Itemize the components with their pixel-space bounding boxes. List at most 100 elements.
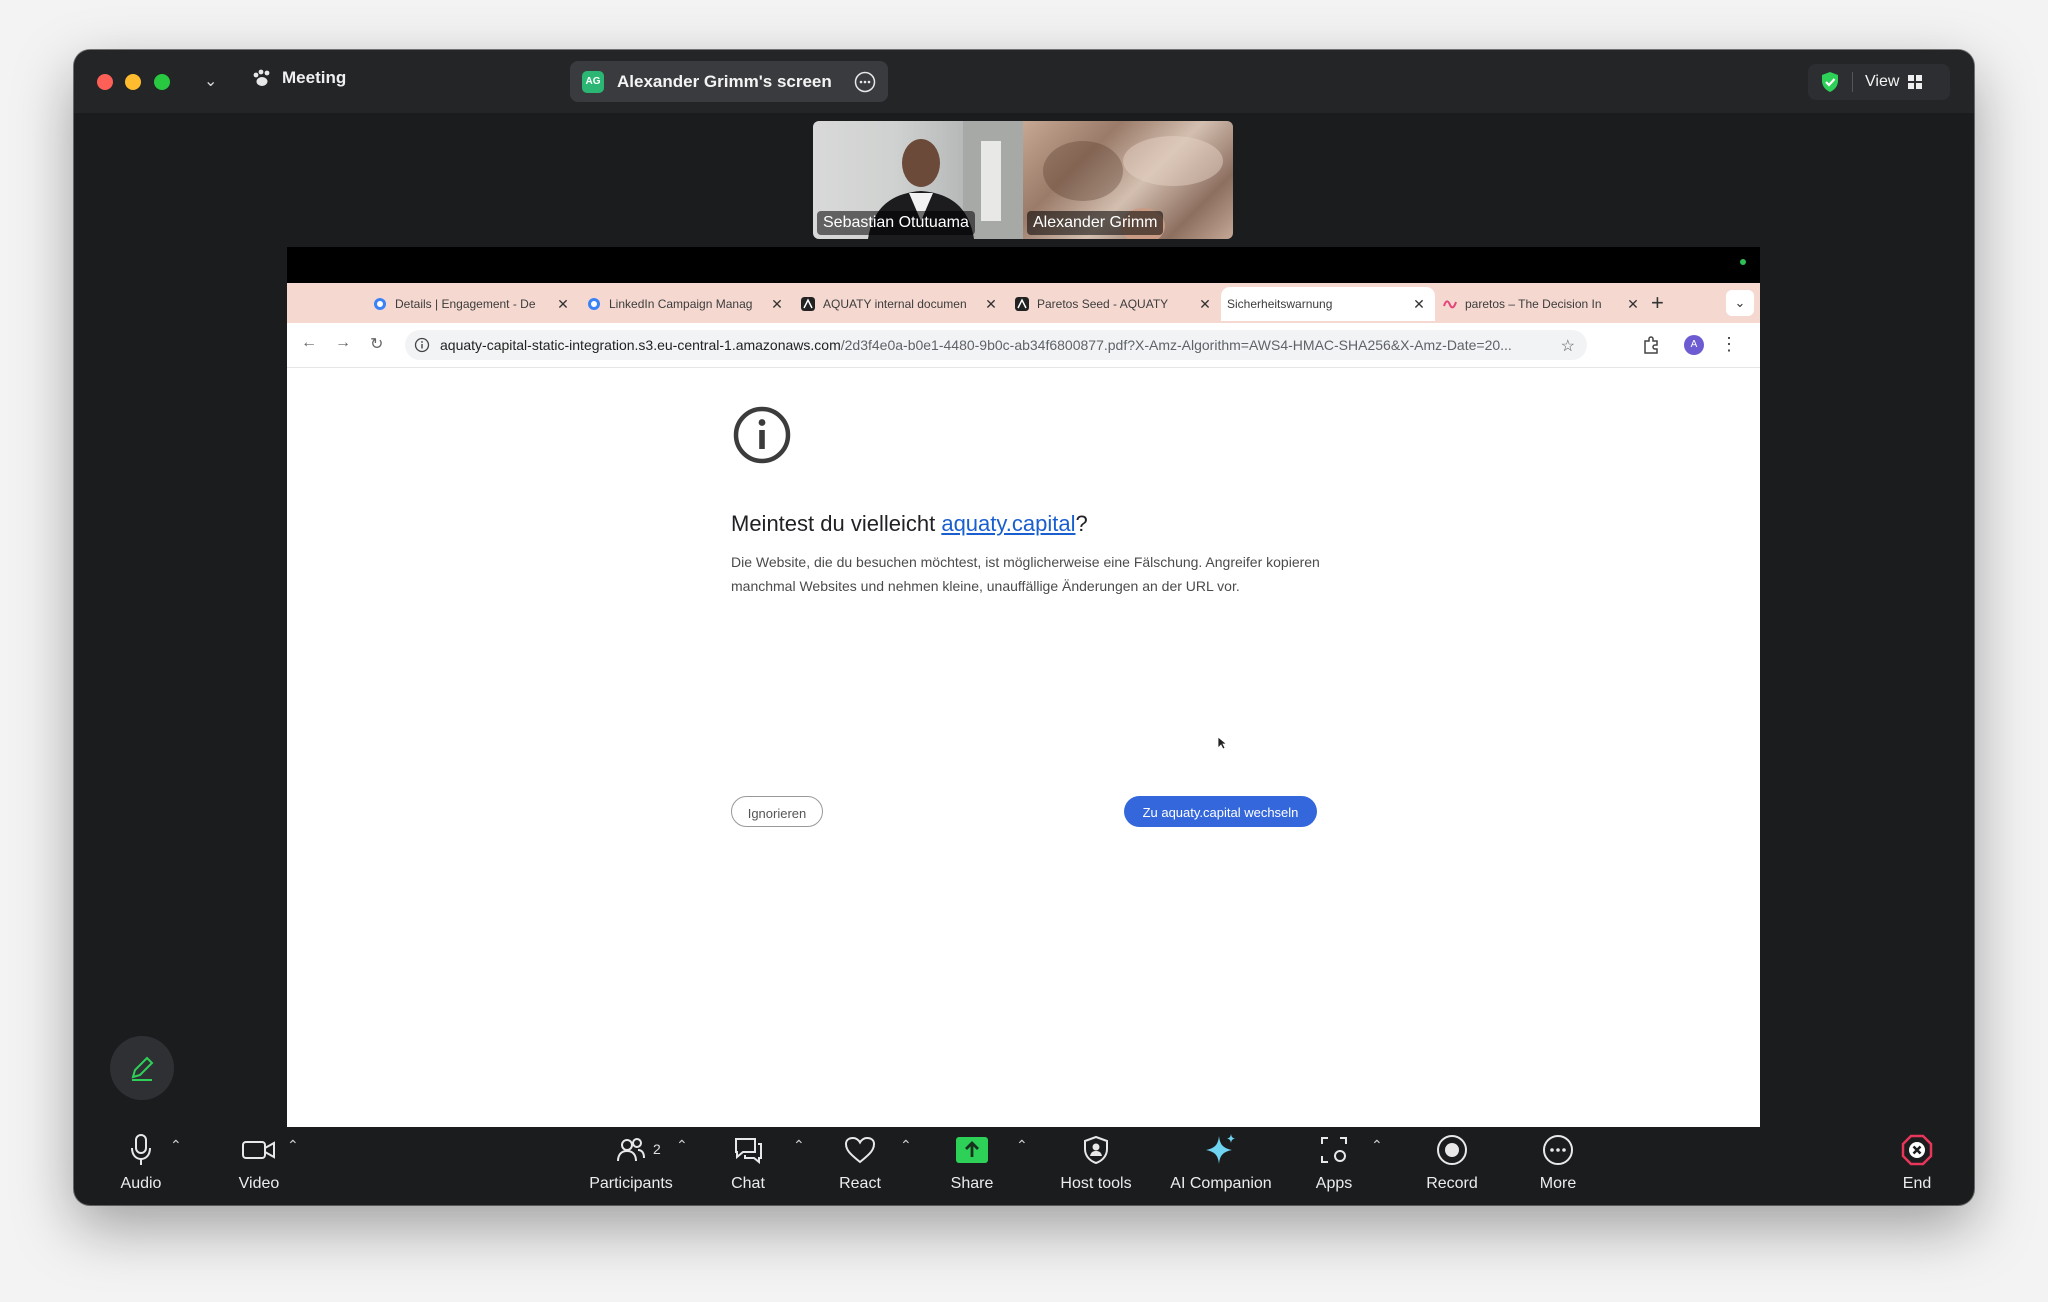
url-host: aquaty-capital-static-integration.s3.eu-… — [440, 337, 841, 353]
chat-label: Chat — [731, 1175, 765, 1192]
browser-tab-active[interactable]: Sicherheitswarnung ✕ — [1221, 287, 1435, 321]
apps-options-caret-icon[interactable]: ⌃ — [1371, 1137, 1383, 1154]
go-to-suggested-site-button[interactable]: Zu aquaty.capital wechseln — [1124, 796, 1317, 827]
tab-bar: Details | Engagement - De ✕ LinkedIn Cam… — [287, 283, 1760, 323]
tab-title: Paretos Seed - AQUATY — [1037, 297, 1169, 311]
browser-tab[interactable]: LinkedIn Campaign Manag ✕ — [579, 287, 793, 321]
close-icon[interactable]: ✕ — [555, 296, 571, 313]
browser-window: Details | Engagement - De ✕ LinkedIn Cam… — [287, 283, 1760, 1127]
video-tile[interactable]: Sebastian Otutuama — [813, 121, 1023, 239]
record-button[interactable]: Record — [1402, 1127, 1502, 1205]
video-options-caret-icon[interactable]: ⌃ — [287, 1137, 299, 1154]
tab-title: Details | Engagement - De — [395, 297, 536, 311]
browser-menu-icon[interactable]: ⋮ — [1720, 334, 1738, 355]
minimize-window-button[interactable] — [125, 74, 141, 90]
screen-share-indicator[interactable]: AG Alexander Grimm's screen — [570, 61, 888, 102]
close-icon[interactable]: ✕ — [983, 296, 999, 313]
participants-label: Participants — [589, 1175, 673, 1192]
browser-tab[interactable]: AQUATY internal documen ✕ — [793, 287, 1007, 321]
chat-options-caret-icon[interactable]: ⌃ — [793, 1137, 805, 1154]
more-icon — [1543, 1135, 1573, 1165]
end-call-icon — [1901, 1134, 1933, 1166]
more-button[interactable]: More — [1518, 1127, 1598, 1205]
zoom-window-button[interactable] — [154, 74, 170, 90]
chevron-down-icon[interactable]: ⌄ — [204, 71, 217, 91]
info-icon — [733, 406, 791, 464]
audio-label: Audio — [120, 1175, 162, 1192]
divider — [1852, 72, 1853, 92]
host-tools-button[interactable]: Host tools — [1036, 1127, 1156, 1205]
ai-companion-button[interactable]: AI Companion — [1156, 1127, 1286, 1205]
shield-icon — [1084, 1135, 1108, 1165]
browser-toolbar: ← → ↻ aquaty-capital-static-integration.… — [287, 323, 1760, 368]
warning-title: Meintest du vielleicht aquaty.capital? — [731, 511, 1331, 537]
microphone-icon — [131, 1134, 151, 1165]
presenter-avatar: AG — [582, 70, 604, 93]
video-camera-icon — [242, 1141, 275, 1159]
recording-indicator-dot — [1740, 259, 1746, 265]
share-label: Share — [950, 1175, 994, 1192]
mouse-cursor-icon — [1217, 736, 1227, 750]
tab-title: AQUATY internal documen — [823, 297, 967, 311]
new-tab-button[interactable]: + — [1651, 290, 1664, 316]
forward-arrow-icon[interactable]: → — [335, 334, 351, 352]
close-icon[interactable]: ✕ — [1197, 296, 1213, 313]
share-options-caret-icon[interactable]: ⌃ — [1016, 1137, 1028, 1154]
globe-icon — [374, 298, 386, 310]
apps-button[interactable]: Apps — [1294, 1127, 1374, 1205]
close-icon[interactable]: ✕ — [1411, 296, 1427, 313]
ignore-button[interactable]: Ignorieren — [731, 796, 823, 827]
react-options-caret-icon[interactable]: ⌃ — [900, 1137, 912, 1154]
participant-name: Alexander Grimm — [1027, 211, 1164, 235]
meeting-title: Meeting — [282, 68, 347, 87]
suggested-domain-link[interactable]: aquaty.capital — [941, 511, 1075, 536]
react-label: React — [839, 1175, 881, 1192]
warning-body: Die Website, die du besuchen möchtest, i… — [731, 554, 1320, 594]
aquaty-icon — [1015, 297, 1029, 311]
tab-title: paretos – The Decision In — [1465, 297, 1602, 311]
apps-icon — [1321, 1137, 1347, 1163]
share-button[interactable]: Share — [932, 1127, 1012, 1205]
ai-companion-label: AI Companion — [1170, 1175, 1272, 1192]
annotate-button[interactable] — [110, 1036, 174, 1100]
more-label: More — [1539, 1175, 1577, 1192]
back-arrow-icon[interactable]: ← — [301, 334, 317, 352]
view-menu[interactable]: View — [1808, 64, 1950, 100]
address-bar[interactable]: aquaty-capital-static-integration.s3.eu-… — [405, 330, 1587, 360]
tab-search-button[interactable]: ⌄ — [1726, 290, 1754, 316]
screen-share-label: Alexander Grimm's screen — [617, 71, 832, 91]
extensions-icon[interactable] — [1641, 335, 1661, 355]
warning-title-text: Meintest du vielleicht — [731, 511, 942, 536]
participants-options-caret-icon[interactable]: ⌃ — [676, 1137, 688, 1154]
video-tile[interactable]: Alexander Grimm — [1023, 121, 1233, 239]
browser-tab[interactable]: paretos – The Decision In ✕ — [1435, 287, 1649, 321]
browser-tab[interactable]: Paretos Seed - AQUATY ✕ — [1007, 287, 1221, 321]
chat-button[interactable]: Chat — [708, 1127, 788, 1205]
chat-icon — [735, 1138, 762, 1164]
reload-icon[interactable]: ↻ — [370, 334, 383, 354]
meeting-menu[interactable]: Meeting — [252, 68, 346, 88]
site-info-icon[interactable] — [414, 337, 430, 353]
close-icon[interactable]: ✕ — [1625, 296, 1641, 313]
participants-icon — [617, 1138, 645, 1162]
tab-title: LinkedIn Campaign Manag — [609, 297, 753, 311]
browser-tab[interactable]: Details | Engagement - De ✕ — [365, 287, 579, 321]
shared-screen: Details | Engagement - De ✕ LinkedIn Cam… — [287, 247, 1760, 1127]
audio-options-caret-icon[interactable]: ⌃ — [170, 1137, 182, 1154]
record-label: Record — [1426, 1175, 1478, 1192]
participants-count: 2 — [653, 1141, 661, 1157]
security-warning: Meintest du vielleicht aquaty.capital? D… — [731, 405, 1331, 827]
close-window-button[interactable] — [97, 74, 113, 90]
end-meeting-button[interactable]: End — [1882, 1127, 1952, 1205]
react-button[interactable]: React — [820, 1127, 900, 1205]
bookmark-star-icon[interactable]: ☆ — [1561, 336, 1575, 356]
profile-avatar[interactable]: A — [1684, 335, 1704, 355]
participants-button[interactable]: Participants — [576, 1127, 686, 1205]
more-options-icon[interactable] — [854, 71, 876, 93]
close-icon[interactable]: ✕ — [769, 296, 785, 313]
tab-title: Sicherheitswarnung — [1227, 297, 1333, 311]
heart-icon — [844, 1136, 876, 1164]
shield-check-icon — [1822, 72, 1838, 92]
sparkle-icon — [1206, 1134, 1235, 1164]
paw-icon — [253, 69, 270, 86]
